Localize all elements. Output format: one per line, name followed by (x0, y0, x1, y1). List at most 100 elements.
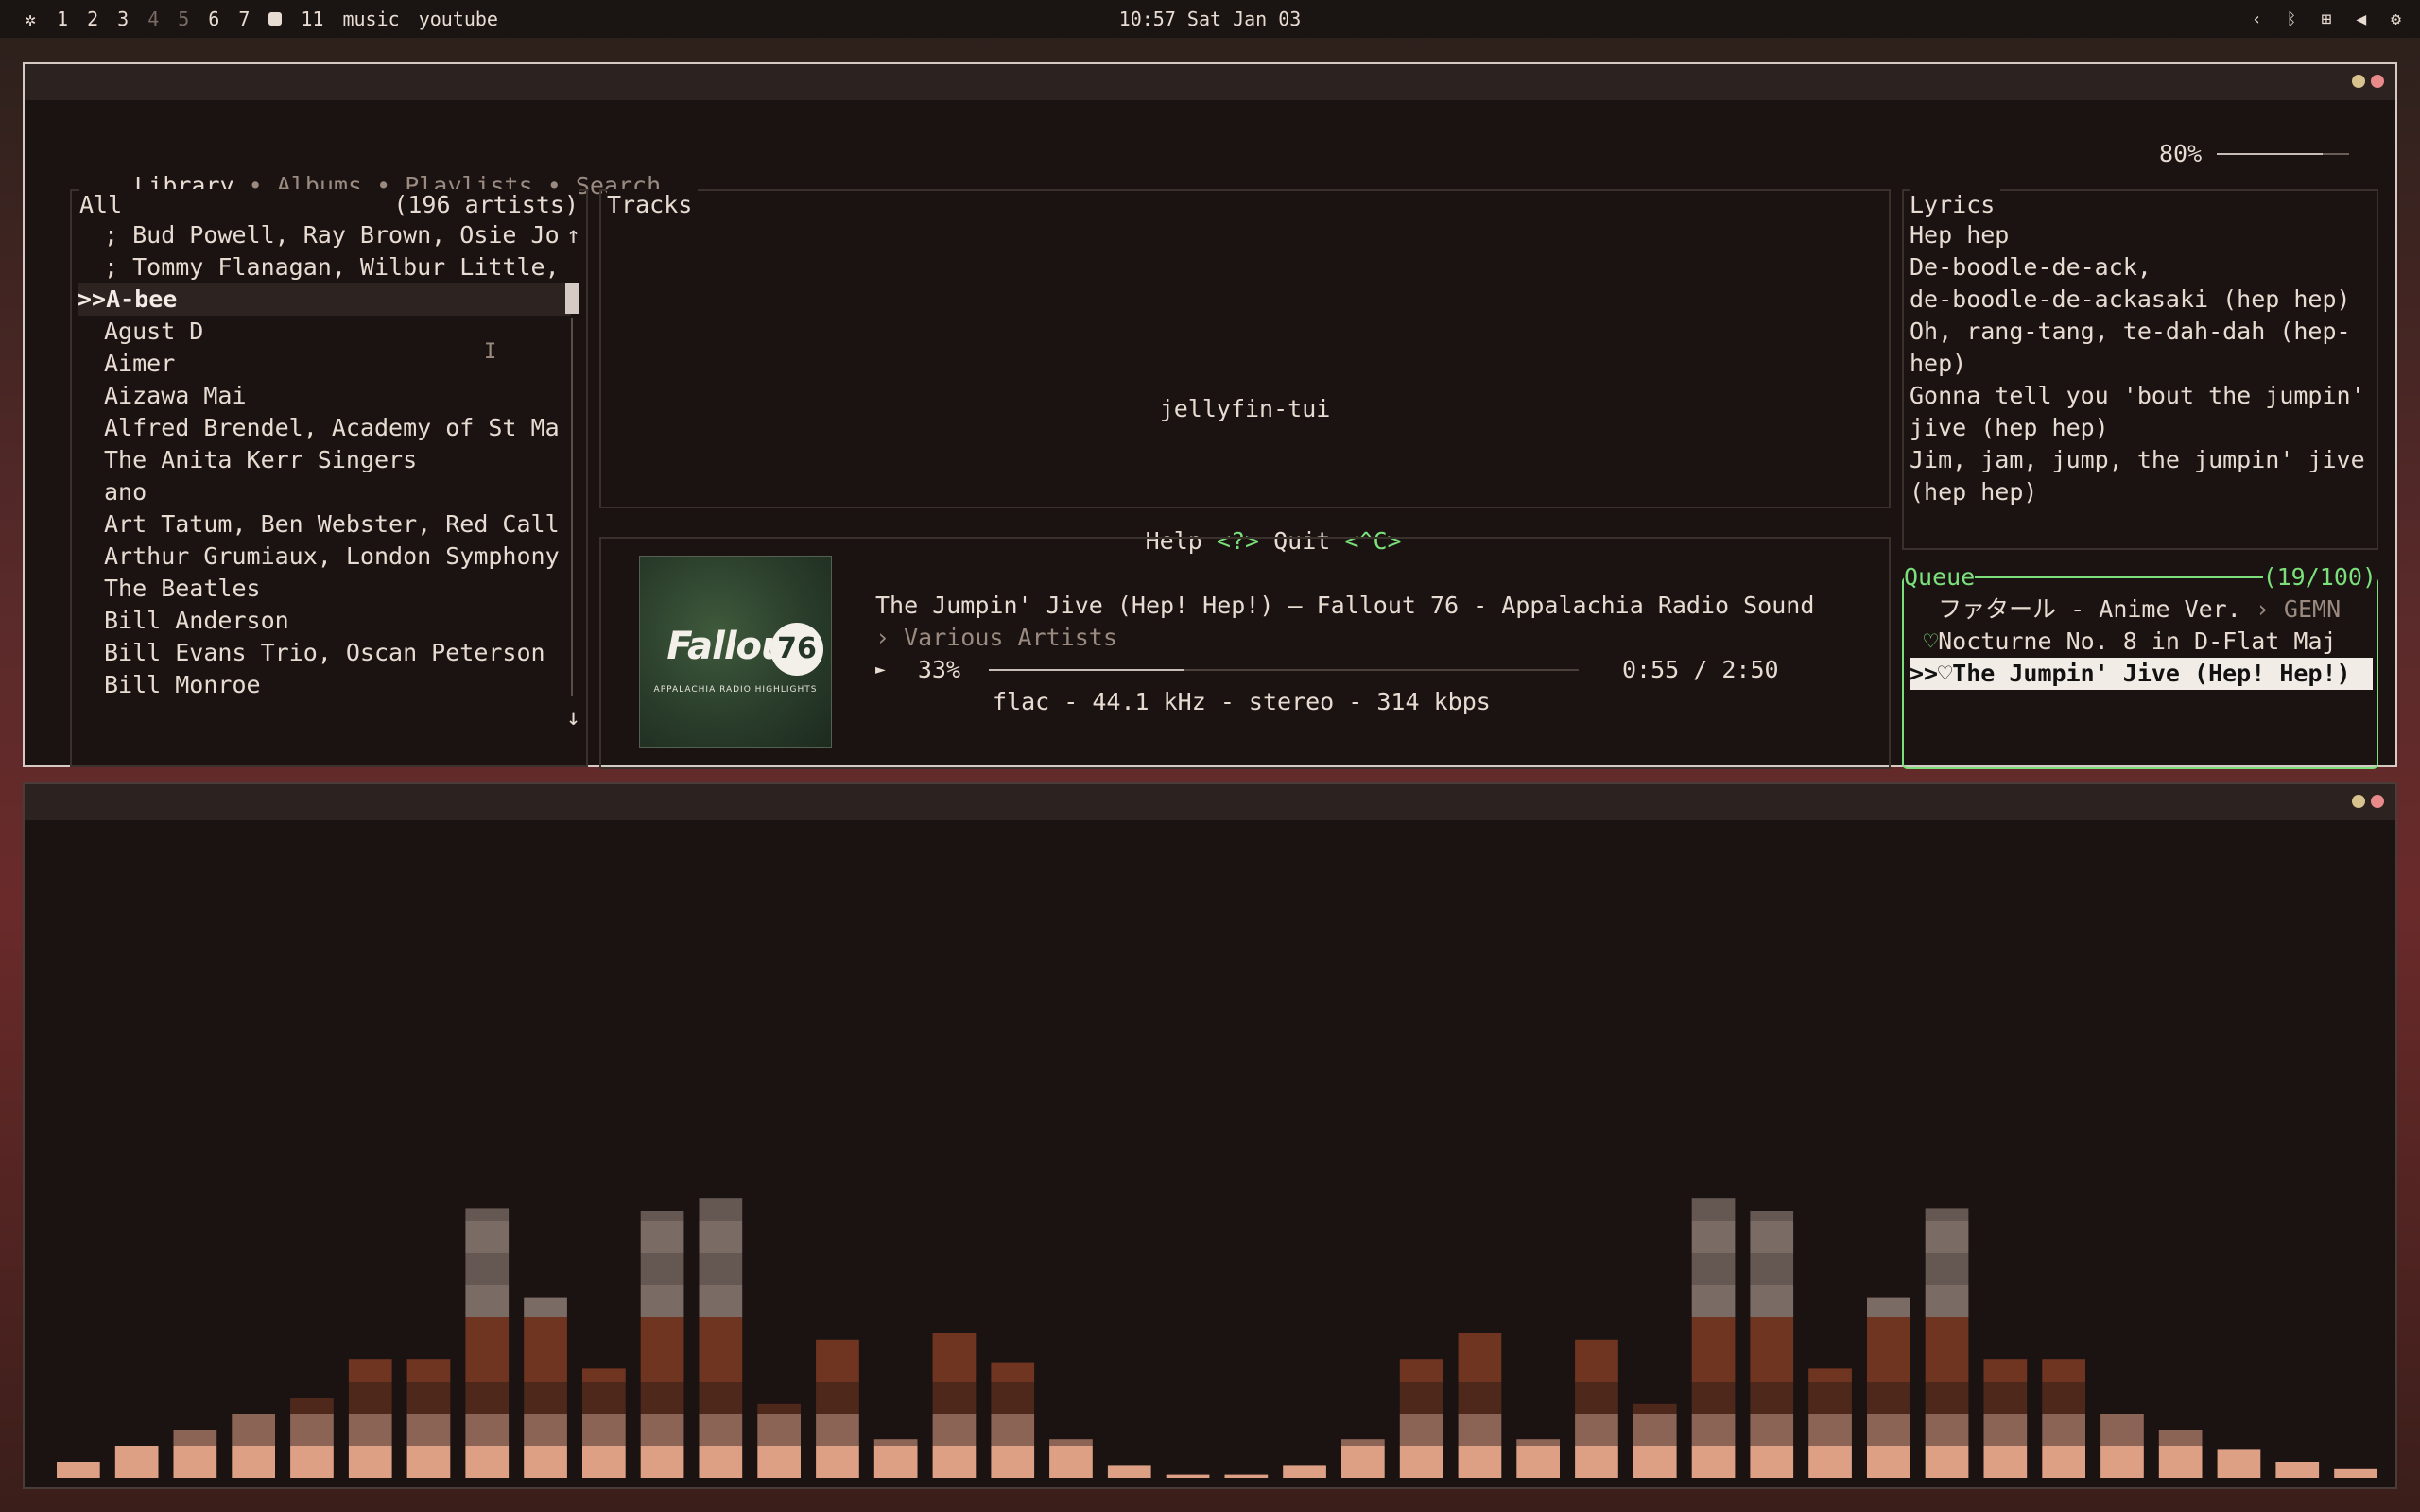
workspace-7[interactable]: 7 (238, 8, 250, 30)
workspace-3[interactable]: 3 (117, 8, 129, 30)
artist-item[interactable]: The Anita Kerr Singers (78, 444, 571, 476)
window-titlebar[interactable] (25, 64, 2395, 100)
album-cover: Fallout 76 APPALACHIA RADIO HIGHLIGHTS (639, 556, 832, 748)
settings-icon[interactable]: ⚙ (2391, 9, 2401, 29)
lyric-line: Hep hep (1910, 221, 2010, 249)
artist-item[interactable]: Art Tatum, Ben Webster, Red Call (78, 508, 571, 541)
visualizer-bar (2100, 1414, 2144, 1478)
queue-item[interactable]: ♡Nocturne No. 8 in D-Flat Maj (1910, 626, 2373, 658)
close-button[interactable] (2371, 795, 2384, 808)
queue-title: Queue (1904, 561, 1976, 593)
workspace-youtube[interactable]: youtube (419, 8, 498, 30)
minimize-button[interactable] (2352, 75, 2365, 88)
visualizer-bar (1633, 1403, 1677, 1478)
queue-item-current[interactable]: >>♡The Jumpin' Jive (Hep! Hep!) (1910, 658, 2373, 690)
audio-visualizer (25, 822, 2395, 1487)
scroll-down-arrow-icon[interactable]: ↓ (566, 701, 580, 733)
volume-slider[interactable] (2217, 153, 2350, 155)
visualizer-bar (1166, 1474, 1210, 1478)
visualizer-bar (1107, 1465, 1151, 1478)
visualizer-bar (1224, 1474, 1269, 1478)
volume-control[interactable]: 80% (2159, 138, 2350, 170)
progress-percent: 33% (917, 656, 960, 683)
queue-item-artist: › GEMN (2240, 595, 2342, 623)
chevron-left-icon[interactable]: ‹ (2252, 9, 2262, 29)
queue-item[interactable]: ファタール - Anime Ver. › GEMN (1910, 593, 2373, 626)
bluetooth-icon[interactable]: ᛒ (2287, 9, 2297, 29)
progress-bar-fill (989, 669, 1184, 671)
workspace-music[interactable]: music (342, 8, 399, 30)
artist-item[interactable]: Aimer (78, 348, 571, 380)
queue-item-title: ファタール - Anime Ver. (1938, 595, 2241, 623)
workspace-4[interactable]: 4 (147, 8, 159, 30)
terminal-window-jellyfin: Library • Albums • Playlists • Search 80… (23, 62, 2397, 769)
lyric-line: Jim, jam, jump, the jumpin' jive (hep he… (1910, 446, 2379, 506)
visualizer-bar (1049, 1439, 1093, 1478)
artist-item[interactable]: The Beatles (78, 573, 571, 605)
visualizer-bar (524, 1297, 567, 1478)
scroll-up-arrow-icon[interactable]: ↑ (566, 219, 580, 251)
window-titlebar[interactable] (25, 784, 2395, 820)
network-icon[interactable]: ⊞ (2321, 9, 2331, 29)
workspace-11[interactable]: 11 (301, 8, 323, 30)
lyric-line: De-boodle-de-ack, (1910, 253, 2152, 281)
artist-item[interactable]: Bill Evans Trio, Oscan Peterson (78, 637, 571, 669)
playback-time: 0:55 / 2:50 (1622, 656, 1779, 683)
progress-bar[interactable] (989, 669, 1579, 671)
visualizer-bar (1983, 1359, 2028, 1478)
artist-list: ; Bud Powell, Ray Brown, Osie Jo; Tommy … (78, 219, 571, 701)
visualizer-bar (173, 1430, 217, 1478)
visualizer-bar (1341, 1439, 1385, 1478)
artist-item[interactable]: Arthur Grumiaux, London Symphony (78, 541, 571, 573)
queue-item-title: Nocturne No. 8 in D-Flat Maj (1938, 627, 2337, 655)
visualizer-bar (2217, 1449, 2261, 1478)
workspace-2[interactable]: 2 (87, 8, 98, 30)
artists-count: (196 artists) (393, 191, 579, 218)
active-workspace-indicator[interactable] (268, 12, 283, 26)
visualizer-bar (932, 1333, 977, 1478)
cover-subtitle: APPALACHIA RADIO HIGHLIGHTS (653, 685, 818, 695)
artist-item[interactable]: Alfred Brendel, Academy of St Ma (78, 412, 571, 444)
system-menu-icon[interactable]: ✲ (25, 8, 36, 30)
system-tray: ‹ ᛒ ⊞ ◀ ⚙ (2252, 9, 2401, 29)
artist-item[interactable]: ano (78, 476, 571, 508)
artist-item[interactable]: ; Bud Powell, Ray Brown, Osie Jo (78, 219, 571, 251)
minimize-button[interactable] (2352, 795, 2365, 808)
workspace-6[interactable]: 6 (208, 8, 219, 30)
terminal-window-visualizer (23, 782, 2397, 1489)
queue-item-title: The Jumpin' Jive (Hep! Hep!) (1952, 660, 2351, 687)
artist-item[interactable]: Agust D (78, 316, 571, 348)
visualizer-canvas (57, 1198, 2377, 1478)
visualizer-bar (640, 1211, 684, 1478)
lyrics-title: Lyrics (1910, 189, 2001, 221)
workspace-5[interactable]: 5 (178, 8, 189, 30)
artist-item[interactable]: Bill Monroe (78, 669, 571, 701)
visualizer-bar (1458, 1333, 1502, 1478)
visualizer-bar (1399, 1359, 1443, 1478)
artist-item[interactable]: ; Tommy Flanagan, Wilbur Little, (78, 251, 571, 284)
queue-list: ファタール - Anime Ver. › GEMN ♡Nocturne No. … (1910, 593, 2373, 690)
visualizer-bar (2042, 1359, 2085, 1478)
artist-item[interactable]: Bill Anderson (78, 605, 571, 637)
cover-badge: 76 (770, 623, 823, 676)
workspace-1[interactable]: 1 (57, 8, 68, 30)
now-playing-artist[interactable]: › Various Artists (875, 622, 1117, 654)
volume-label: 80% (2159, 140, 2203, 167)
visualizer-bar (991, 1362, 1035, 1478)
visualizer-bar (1516, 1439, 1560, 1478)
visualizer-bar (2334, 1468, 2377, 1478)
volume-icon[interactable]: ◀ (2356, 9, 2366, 29)
visualizer-bar (582, 1368, 626, 1478)
lyrics-list: Hep hep De-boodle-de-ack, de-boodle-de-ack… (1910, 219, 2373, 508)
play-icon[interactable]: ► (875, 654, 886, 686)
artist-item[interactable]: Aizawa Mai (78, 380, 571, 412)
scrollbar-thumb[interactable] (565, 284, 579, 314)
lyric-line: Oh, rang-tang, te-dah-dah (hep-hep) (1910, 318, 2351, 377)
visualizer-bar (873, 1439, 918, 1478)
scrollbar-track[interactable] (571, 318, 573, 696)
queue-item-marker: >>♡ (1910, 660, 1953, 687)
close-button[interactable] (2371, 75, 2384, 88)
lyrics-panel: Lyrics Hep hep De-boodle-de-ack, de-boodle… (1902, 189, 2378, 550)
artist-item-selected[interactable]: >>A-bee (78, 284, 571, 316)
visualizer-bar (1283, 1465, 1326, 1478)
